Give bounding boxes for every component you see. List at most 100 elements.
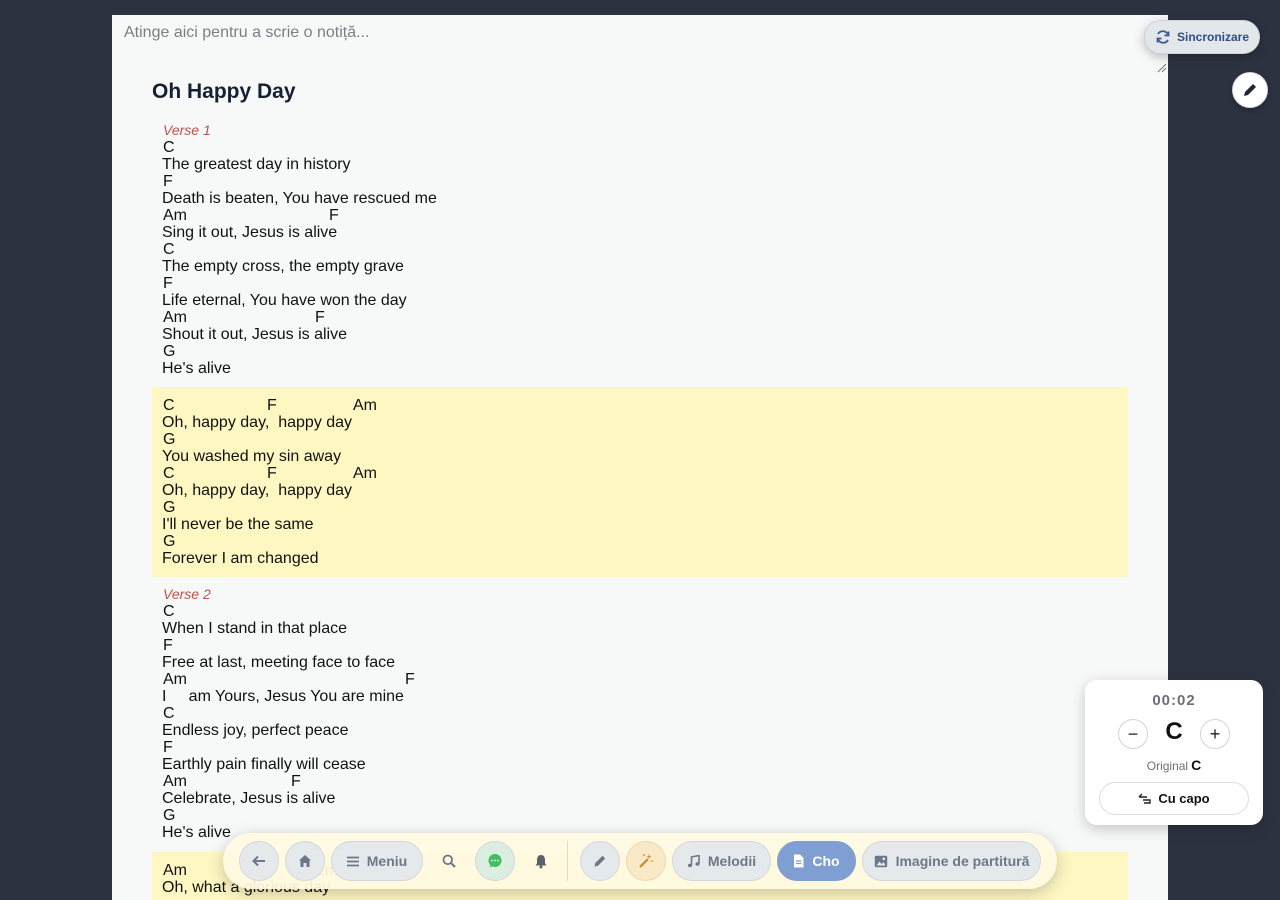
chord[interactable]: F xyxy=(329,207,339,224)
chord[interactable]: Am xyxy=(163,773,187,790)
chord[interactable]: C xyxy=(163,465,175,482)
lyric-line: Sing it out, Jesus is alive xyxy=(162,224,338,241)
chord[interactable]: Am xyxy=(353,465,377,482)
chord[interactable]: G xyxy=(163,431,175,448)
song-title: Oh Happy Day xyxy=(152,80,296,103)
magic-wand-icon xyxy=(639,854,653,868)
chord[interactable]: C xyxy=(163,603,175,620)
chord[interactable]: F xyxy=(315,309,325,326)
magic-wand-button[interactable] xyxy=(626,841,666,881)
bottom-toolbar: Meniu Melodii Cho Imagine de partitură xyxy=(223,833,1057,889)
chord[interactable]: F xyxy=(291,773,301,790)
chord[interactable]: Am xyxy=(163,207,187,224)
chord[interactable]: Am xyxy=(163,671,187,688)
image-icon xyxy=(874,855,887,867)
current-key: C xyxy=(1165,718,1183,745)
chord[interactable]: F xyxy=(405,671,415,688)
back-button[interactable] xyxy=(239,841,279,881)
resize-grip-icon[interactable] xyxy=(1157,63,1167,73)
chord[interactable]: F xyxy=(163,173,173,190)
pencil-icon xyxy=(1244,84,1256,96)
songs-tab[interactable]: Melodii xyxy=(672,841,771,881)
lyric-line: Shout it out, Jesus is alive xyxy=(162,326,347,343)
chord[interactable]: F xyxy=(267,397,277,414)
lyric-line: You washed my sin away xyxy=(162,448,342,465)
section-label: Verse 2 xyxy=(163,586,211,602)
chord[interactable]: C xyxy=(163,705,175,722)
lyric-line: Oh, happy day, happy day xyxy=(162,414,353,431)
verse-2: Verse 2 C When I stand in that place F F… xyxy=(152,586,1128,850)
songs-label: Melodii xyxy=(707,853,757,869)
sheet-image-tab[interactable]: Imagine de partitură xyxy=(862,841,1041,881)
chord[interactable]: Am xyxy=(163,309,187,326)
cho-tab[interactable]: Cho xyxy=(777,841,856,881)
sync-label: Sincronizare xyxy=(1176,30,1250,44)
sync-button[interactable]: Sincronizare xyxy=(1144,20,1260,54)
lyric-line: He's alive xyxy=(162,360,231,377)
edit-button[interactable] xyxy=(1232,72,1268,108)
home-icon xyxy=(299,855,311,867)
lyric-line: The greatest day in history xyxy=(162,156,351,173)
document-icon xyxy=(794,854,804,868)
section-label: Verse 1 xyxy=(163,122,211,138)
transpose-up-button[interactable]: + xyxy=(1200,719,1230,749)
search-icon xyxy=(442,854,456,868)
chord[interactable]: G xyxy=(163,807,175,824)
original-label: Original xyxy=(1146,759,1189,773)
lyric-line: He's alive xyxy=(162,824,231,841)
pencil-button[interactable] xyxy=(580,841,620,881)
note-input[interactable] xyxy=(112,15,1168,75)
cho-label: Cho xyxy=(812,853,840,869)
chat-icon xyxy=(488,854,502,868)
timer: 00:02 xyxy=(1152,692,1196,709)
lyric-line: Oh, happy day, happy day xyxy=(162,482,353,499)
lyric-line: Death is beaten, You have rescued me xyxy=(162,190,437,207)
chord[interactable]: F xyxy=(163,739,173,756)
chord[interactable]: F xyxy=(163,275,173,292)
lyric-line: Endless joy, perfect peace xyxy=(162,722,349,739)
sync-icon xyxy=(1156,30,1170,44)
menu-label: Meniu xyxy=(366,853,408,869)
verse-1: Verse 1 C The greatest day in history F … xyxy=(152,122,1128,386)
original-key-value: C xyxy=(1191,757,1202,773)
chord[interactable]: F xyxy=(267,465,277,482)
chord[interactable]: Am xyxy=(353,397,377,414)
capo-button[interactable]: Cu capo xyxy=(1099,782,1249,815)
toolbar-divider xyxy=(567,841,568,881)
chord[interactable]: C xyxy=(163,241,175,258)
lyric-line: I'll never be the same xyxy=(162,516,314,533)
transpose-panel: 00:02 − C + Original C Cu capo xyxy=(1085,680,1263,825)
lyric-line: I am Yours, Jesus You are mine xyxy=(162,688,404,705)
notifications-button[interactable] xyxy=(521,841,561,881)
home-button[interactable] xyxy=(285,841,325,881)
lyric-line: Free at last, meeting face to face xyxy=(162,654,396,671)
chord[interactable]: C xyxy=(163,397,175,414)
lyric-line: When I stand in that place xyxy=(162,620,347,637)
search-button[interactable] xyxy=(429,841,469,881)
chord[interactable]: G xyxy=(163,533,175,550)
sheet-image-label: Imagine de partitură xyxy=(895,853,1030,869)
song-sheet: Oh Happy Day Verse 1 C The greatest day … xyxy=(112,15,1168,900)
lyric-line: Forever I am changed xyxy=(162,550,319,567)
chord[interactable]: F xyxy=(163,637,173,654)
menu-icon xyxy=(346,856,359,866)
lyric-line: Life eternal, You have won the day xyxy=(162,292,407,309)
chord[interactable]: Am xyxy=(163,862,187,879)
pencil-icon xyxy=(594,855,606,867)
chord[interactable]: G xyxy=(163,343,175,360)
arrow-left-icon xyxy=(252,855,265,867)
transpose-down-button[interactable]: − xyxy=(1118,719,1148,749)
lyric-line: Earthly pain finally will cease xyxy=(162,756,366,773)
bell-icon xyxy=(535,854,547,868)
lyric-line: Celebrate, Jesus is alive xyxy=(162,790,336,807)
lyric-line: The empty cross, the empty grave xyxy=(162,258,404,275)
music-note-icon xyxy=(687,854,700,867)
chord[interactable]: G xyxy=(163,499,175,516)
chorus-1: C F Am Oh, happy day, happy day G You wa… xyxy=(152,387,1128,577)
chord[interactable]: C xyxy=(163,139,175,156)
menu-button[interactable]: Meniu xyxy=(331,841,423,881)
chat-button[interactable] xyxy=(475,841,515,881)
original-key: Original C xyxy=(1085,757,1263,773)
capo-label: Cu capo xyxy=(1158,791,1210,806)
hand-pointing-icon xyxy=(1138,793,1152,804)
